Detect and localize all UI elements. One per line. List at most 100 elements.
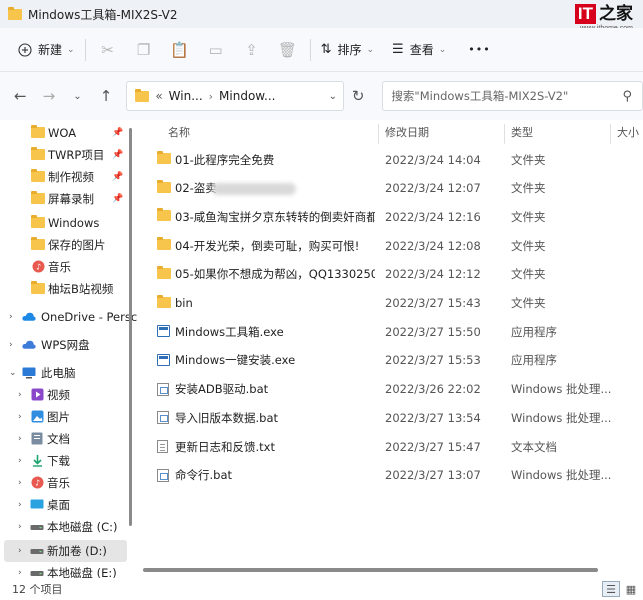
chevron-right-icon[interactable]: › — [18, 434, 22, 444]
address-box[interactable]: « Win... › Mindow... ⌄ — [126, 81, 345, 111]
tiles-view-icon[interactable]: ▦ — [622, 581, 640, 597]
horizontal-scrollbar[interactable] — [143, 568, 598, 572]
table-row[interactable]: 更新日志和反馈.txt 2022/3/27 15:47 文本文档 — [140, 432, 643, 461]
table-row[interactable]: 01-此程序完全免费 2022/3/24 14:04 文件夹 — [140, 145, 643, 174]
sidebar-item[interactable]: ⌄ 此电脑 — [0, 362, 130, 384]
breadcrumb-item[interactable]: Win... — [169, 89, 203, 103]
sidebar-item[interactable]: › 桌面 — [0, 494, 130, 516]
sidebar-item[interactable]: TWRP项目 📌 — [0, 144, 130, 166]
sidebar-item[interactable]: › 下载 — [0, 450, 130, 472]
new-button[interactable]: 新建 ⌄ — [12, 35, 81, 65]
item-count: 12 个项目 — [12, 583, 63, 596]
sidebar-item[interactable]: › 文档 — [0, 428, 130, 450]
back-arrow-icon[interactable]: ← — [6, 81, 35, 111]
sidebar-item-label: 音乐 — [48, 260, 71, 274]
search-input[interactable]: 搜索"Mindows工具箱-MIX2S-V2" ⚲ — [382, 81, 643, 111]
file-type: 应用程序 — [511, 353, 557, 368]
table-row[interactable]: 04-开发光荣，倒卖可耻，购买可恨! 2022/3/24 12:08 文件夹 — [140, 231, 643, 260]
chevron-right-icon[interactable]: › — [18, 390, 22, 400]
refresh-icon[interactable]: ↻ — [342, 81, 374, 111]
chevron-right-icon[interactable]: › — [18, 478, 22, 488]
table-row[interactable]: 安装ADB驱动.bat 2022/3/26 22:02 Windows 批处理... — [140, 375, 643, 404]
chevron-down-icon[interactable]: ⌄ — [329, 91, 337, 102]
folder-file-icon — [157, 265, 171, 279]
column-header-type[interactable]: 类型 — [511, 124, 533, 140]
cut-icon[interactable]: ✂ — [90, 35, 126, 65]
new-label: 新建 — [38, 43, 63, 57]
chevron-right-icon[interactable]: › — [9, 340, 13, 350]
file-date: 2022/3/27 15:53 — [385, 353, 481, 368]
column-header-size[interactable]: 大小 — [617, 124, 639, 140]
file-date: 2022/3/24 12:12 — [385, 267, 481, 282]
copy-icon[interactable]: ❐ — [126, 35, 162, 65]
sort-icon: ⇅ — [320, 42, 332, 57]
forward-arrow-icon[interactable]: → — [35, 81, 64, 111]
sidebar-item[interactable]: 屏幕录制 📌 — [0, 188, 130, 210]
breadcrumb-overflow[interactable]: « — [155, 89, 162, 103]
table-row[interactable]: bin 2022/3/27 15:43 文件夹 — [140, 289, 643, 318]
search-placeholder: 搜索"Mindows工具箱-MIX2S-V2" — [391, 89, 569, 103]
sidebar-item[interactable]: 柚坛B站视频 — [0, 278, 130, 300]
file-date: 2022/3/24 12:07 — [385, 181, 481, 196]
table-row[interactable]: 03-咸鱼淘宝拼夕京东转转的倒卖奸商都... 2022/3/24 12:16 文件夹 — [140, 202, 643, 231]
sidebar-item[interactable]: › 本地磁盘 (C:) — [0, 516, 130, 538]
more-button[interactable]: ••• — [462, 35, 496, 65]
sidebar-item[interactable]: ♪ 音乐 — [0, 256, 130, 278]
plus-circle-icon — [18, 42, 32, 57]
chevron-right-icon[interactable]: › — [18, 456, 22, 466]
sidebar-item[interactable]: WOA 📌 — [0, 122, 130, 144]
column-header-date[interactable]: 修改日期 — [385, 124, 429, 140]
sidebar-item[interactable]: 制作视频 📌 — [0, 166, 130, 188]
table-row[interactable]: 02-盗卖 2022/3/24 12:07 文件夹 — [140, 174, 643, 203]
file-name: bin — [175, 296, 193, 310]
sort-button[interactable]: ⇅ 排序 ⌄ — [315, 35, 380, 65]
column-header-name[interactable]: 名称 — [168, 124, 190, 140]
sidebar-item-label: WPS网盘 — [41, 338, 90, 352]
chevron-right-icon[interactable]: › — [18, 522, 22, 532]
sidebar-item[interactable]: Windows — [0, 212, 130, 234]
chevron-right-icon[interactable]: › — [18, 500, 22, 510]
column-divider[interactable] — [610, 124, 611, 144]
chevron-right-icon[interactable]: › — [209, 90, 213, 103]
sidebar-item[interactable]: › 图片 — [0, 406, 130, 428]
view-list-icon: ☰ — [392, 42, 404, 57]
delete-icon[interactable]: 🗑 — [270, 35, 306, 65]
table-row[interactable]: Mindows一键安装.exe 2022/3/27 15:53 应用程序 — [140, 346, 643, 375]
paste-icon[interactable]: 📋 — [162, 35, 198, 65]
chevron-down-icon[interactable]: ⌄ — [9, 368, 17, 378]
exe-file-icon — [157, 353, 170, 366]
exe-file-icon — [157, 325, 170, 338]
pin-icon: 📌 — [112, 128, 124, 138]
table-row[interactable]: 05-如果你不想成为帮凶，QQ13302506... 2022/3/24 12:1… — [140, 260, 643, 289]
sidebar-item[interactable]: › OneDrive - Persc — [0, 306, 137, 328]
sidebar-item[interactable]: › 本地磁盘 (E:) — [0, 562, 130, 578]
sidebar-item[interactable]: › 新加卷 (D:) — [4, 540, 127, 562]
drive-icon — [30, 566, 44, 578]
table-row[interactable]: 导入旧版本数据.bat 2022/3/27 13:54 Windows 批处理... — [140, 403, 643, 432]
file-name: 02-盗卖 — [175, 181, 217, 196]
file-date: 2022/3/27 13:07 — [385, 468, 481, 483]
rename-icon[interactable]: ▭ — [198, 35, 234, 65]
recent-chevron-icon[interactable]: ⌄ — [63, 81, 92, 111]
sidebar-item[interactable]: › WPS网盘 — [0, 334, 130, 356]
column-divider[interactable] — [504, 124, 505, 144]
sidebar-item-label: TWRP项目 — [48, 148, 105, 162]
chevron-right-icon[interactable]: › — [18, 412, 22, 422]
chevron-down-icon: ⌄ — [366, 44, 375, 55]
up-arrow-icon[interactable]: ↑ — [92, 81, 121, 111]
sidebar-item[interactable]: › 视频 — [0, 384, 130, 406]
sidebar-item[interactable]: 保存的图片 — [0, 234, 130, 256]
table-row[interactable]: Mindows工具箱.exe 2022/3/27 15:50 应用程序 — [140, 317, 643, 346]
table-row[interactable]: 命令行.bat 2022/3/27 13:07 Windows 批处理... — [140, 461, 643, 490]
status-bar: 12 个项目 ☰ ▦ — [0, 578, 643, 600]
share-icon[interactable]: ⇪ — [234, 35, 270, 65]
sidebar-item[interactable]: › ♪ 音乐 — [0, 472, 130, 494]
column-divider[interactable] — [378, 124, 379, 144]
view-button[interactable]: ☰ 查看 ⌄ — [386, 35, 452, 65]
breadcrumb-item[interactable]: Mindow... — [219, 89, 275, 103]
chevron-right-icon[interactable]: › — [18, 546, 22, 556]
details-view-icon[interactable]: ☰ — [602, 581, 620, 597]
chevron-right-icon[interactable]: › — [9, 312, 13, 322]
chevron-right-icon[interactable]: › — [18, 568, 22, 578]
sidebar-scrollbar[interactable] — [129, 128, 132, 526]
